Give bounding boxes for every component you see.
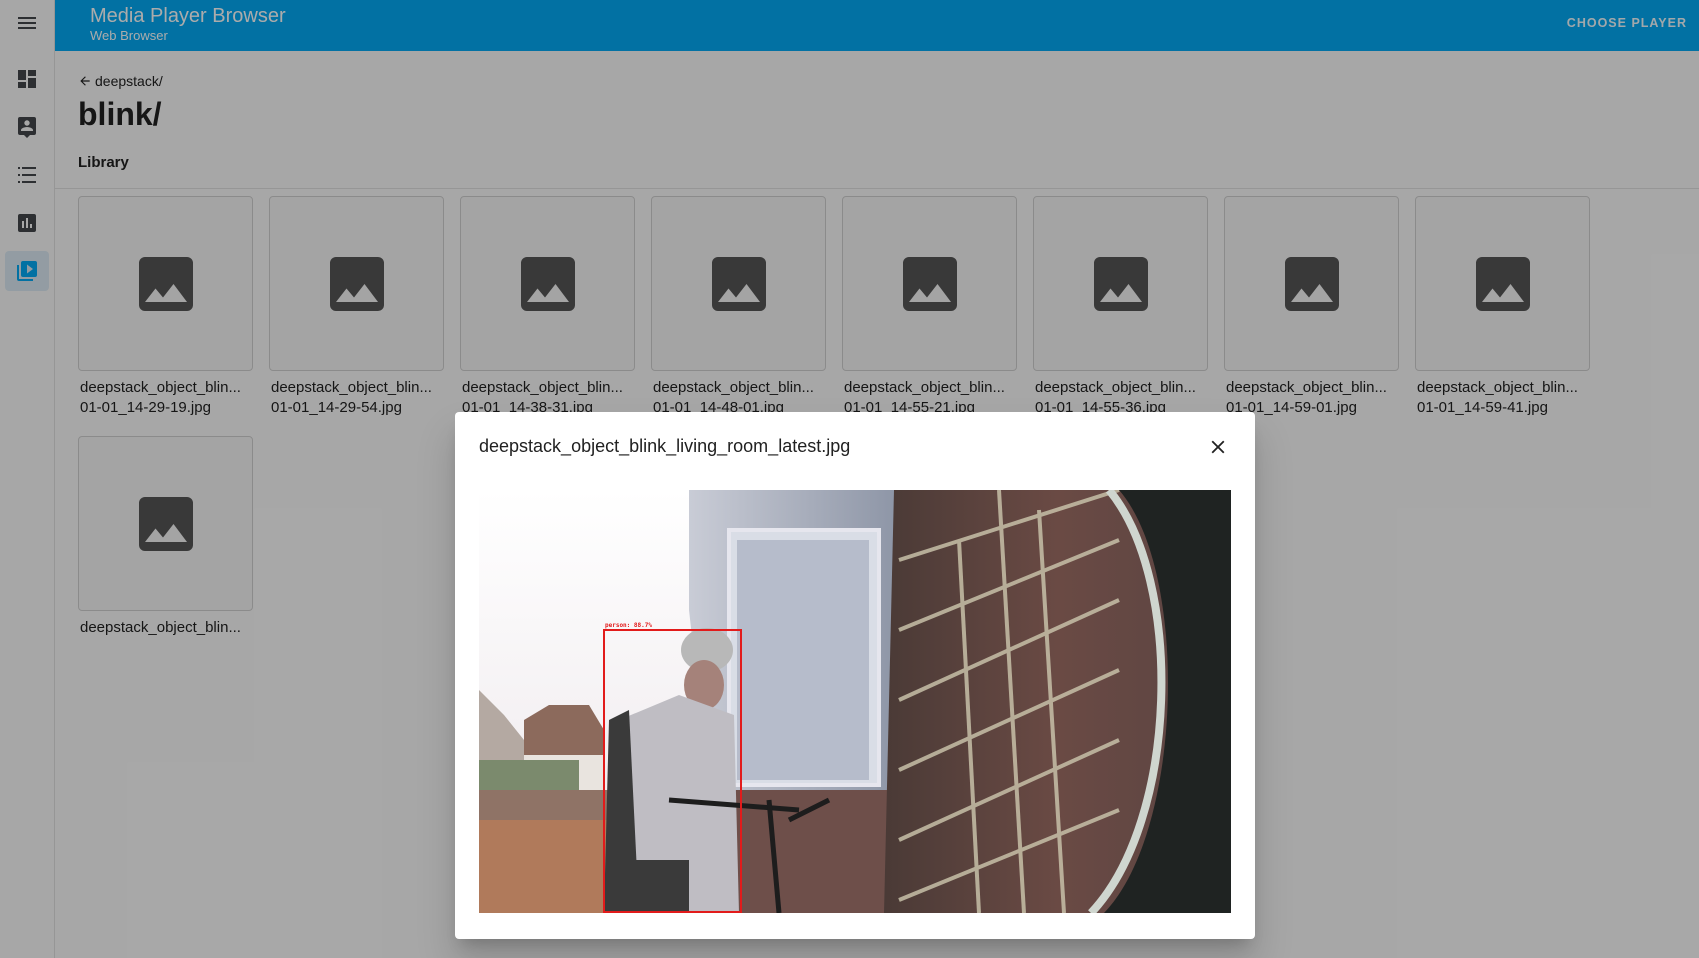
image-viewer-dialog: deepstack_object_blink_living_room_lates…: [455, 412, 1255, 939]
image-preview: person: 88.7%: [479, 490, 1231, 913]
close-icon: [1211, 440, 1225, 454]
detection-label: person: 88.7%: [605, 622, 652, 629]
close-button[interactable]: [1203, 432, 1233, 462]
camera-snapshot: person: 88.7%: [479, 490, 1231, 913]
dialog-title: deepstack_object_blink_living_room_lates…: [479, 436, 851, 456]
